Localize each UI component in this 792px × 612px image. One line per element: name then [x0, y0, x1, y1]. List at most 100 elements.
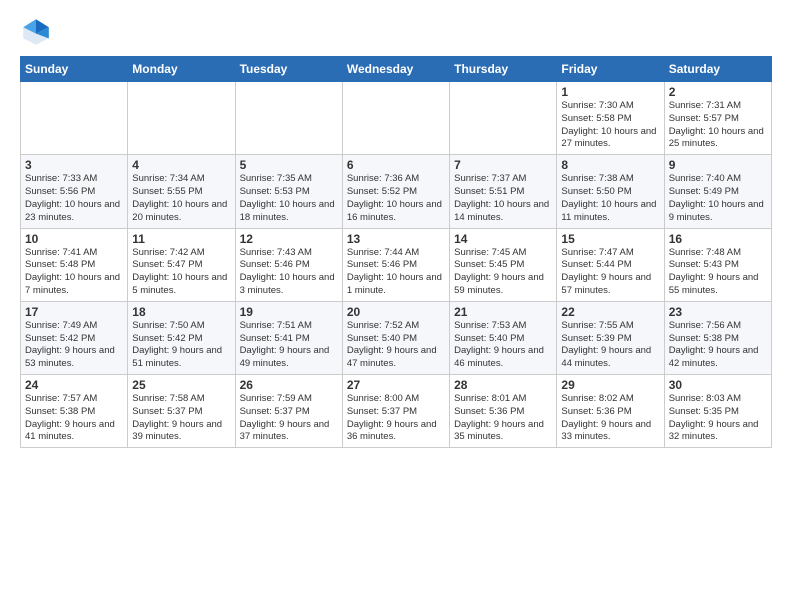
- day-number: 8: [561, 158, 659, 172]
- day-info: Sunrise: 8:03 AM Sunset: 5:35 PM Dayligh…: [669, 393, 767, 444]
- day-number: 24: [25, 378, 123, 392]
- day-number: 12: [240, 232, 338, 246]
- day-number: 3: [25, 158, 123, 172]
- calendar-cell: 20Sunrise: 7:52 AM Sunset: 5:40 PM Dayli…: [342, 301, 449, 374]
- calendar-cell: 19Sunrise: 7:51 AM Sunset: 5:41 PM Dayli…: [235, 301, 342, 374]
- day-number: 25: [132, 378, 230, 392]
- calendar-cell: 21Sunrise: 7:53 AM Sunset: 5:40 PM Dayli…: [450, 301, 557, 374]
- calendar-cell: 22Sunrise: 7:55 AM Sunset: 5:39 PM Dayli…: [557, 301, 664, 374]
- calendar-cell: [21, 82, 128, 155]
- day-info: Sunrise: 7:40 AM Sunset: 5:49 PM Dayligh…: [669, 173, 767, 224]
- calendar-cell: 30Sunrise: 8:03 AM Sunset: 5:35 PM Dayli…: [664, 375, 771, 448]
- day-info: Sunrise: 7:48 AM Sunset: 5:43 PM Dayligh…: [669, 247, 767, 298]
- day-number: 17: [25, 305, 123, 319]
- day-info: Sunrise: 8:00 AM Sunset: 5:37 PM Dayligh…: [347, 393, 445, 444]
- calendar-cell: 29Sunrise: 8:02 AM Sunset: 5:36 PM Dayli…: [557, 375, 664, 448]
- calendar-cell: 17Sunrise: 7:49 AM Sunset: 5:42 PM Dayli…: [21, 301, 128, 374]
- calendar-week-row: 24Sunrise: 7:57 AM Sunset: 5:38 PM Dayli…: [21, 375, 772, 448]
- calendar-week-row: 1Sunrise: 7:30 AM Sunset: 5:58 PM Daylig…: [21, 82, 772, 155]
- calendar-cell: 28Sunrise: 8:01 AM Sunset: 5:36 PM Dayli…: [450, 375, 557, 448]
- header: [20, 16, 772, 48]
- calendar-cell: [450, 82, 557, 155]
- day-info: Sunrise: 7:50 AM Sunset: 5:42 PM Dayligh…: [132, 320, 230, 371]
- day-info: Sunrise: 8:01 AM Sunset: 5:36 PM Dayligh…: [454, 393, 552, 444]
- calendar-cell: [235, 82, 342, 155]
- day-info: Sunrise: 7:45 AM Sunset: 5:45 PM Dayligh…: [454, 247, 552, 298]
- calendar-cell: 12Sunrise: 7:43 AM Sunset: 5:46 PM Dayli…: [235, 228, 342, 301]
- day-info: Sunrise: 7:52 AM Sunset: 5:40 PM Dayligh…: [347, 320, 445, 371]
- day-info: Sunrise: 7:36 AM Sunset: 5:52 PM Dayligh…: [347, 173, 445, 224]
- logo: [20, 16, 56, 48]
- day-info: Sunrise: 7:58 AM Sunset: 5:37 PM Dayligh…: [132, 393, 230, 444]
- day-info: Sunrise: 8:02 AM Sunset: 5:36 PM Dayligh…: [561, 393, 659, 444]
- day-info: Sunrise: 7:31 AM Sunset: 5:57 PM Dayligh…: [669, 100, 767, 151]
- day-number: 19: [240, 305, 338, 319]
- calendar-cell: 3Sunrise: 7:33 AM Sunset: 5:56 PM Daylig…: [21, 155, 128, 228]
- calendar-cell: 27Sunrise: 8:00 AM Sunset: 5:37 PM Dayli…: [342, 375, 449, 448]
- day-number: 1: [561, 85, 659, 99]
- calendar-cell: 25Sunrise: 7:58 AM Sunset: 5:37 PM Dayli…: [128, 375, 235, 448]
- calendar-week-row: 17Sunrise: 7:49 AM Sunset: 5:42 PM Dayli…: [21, 301, 772, 374]
- day-number: 21: [454, 305, 552, 319]
- calendar-cell: 15Sunrise: 7:47 AM Sunset: 5:44 PM Dayli…: [557, 228, 664, 301]
- day-info: Sunrise: 7:59 AM Sunset: 5:37 PM Dayligh…: [240, 393, 338, 444]
- calendar-cell: 23Sunrise: 7:56 AM Sunset: 5:38 PM Dayli…: [664, 301, 771, 374]
- calendar-cell: 5Sunrise: 7:35 AM Sunset: 5:53 PM Daylig…: [235, 155, 342, 228]
- day-number: 2: [669, 85, 767, 99]
- day-info: Sunrise: 7:44 AM Sunset: 5:46 PM Dayligh…: [347, 247, 445, 298]
- day-info: Sunrise: 7:41 AM Sunset: 5:48 PM Dayligh…: [25, 247, 123, 298]
- day-number: 7: [454, 158, 552, 172]
- calendar-cell: 16Sunrise: 7:48 AM Sunset: 5:43 PM Dayli…: [664, 228, 771, 301]
- weekday-header-friday: Friday: [557, 57, 664, 82]
- calendar-cell: 1Sunrise: 7:30 AM Sunset: 5:58 PM Daylig…: [557, 82, 664, 155]
- day-number: 11: [132, 232, 230, 246]
- day-number: 16: [669, 232, 767, 246]
- day-number: 10: [25, 232, 123, 246]
- logo-icon: [20, 16, 52, 48]
- day-info: Sunrise: 7:42 AM Sunset: 5:47 PM Dayligh…: [132, 247, 230, 298]
- day-number: 30: [669, 378, 767, 392]
- day-number: 26: [240, 378, 338, 392]
- day-info: Sunrise: 7:33 AM Sunset: 5:56 PM Dayligh…: [25, 173, 123, 224]
- calendar-cell: 6Sunrise: 7:36 AM Sunset: 5:52 PM Daylig…: [342, 155, 449, 228]
- calendar-header: SundayMondayTuesdayWednesdayThursdayFrid…: [21, 57, 772, 82]
- day-info: Sunrise: 7:30 AM Sunset: 5:58 PM Dayligh…: [561, 100, 659, 151]
- day-number: 14: [454, 232, 552, 246]
- day-number: 22: [561, 305, 659, 319]
- calendar-cell: 2Sunrise: 7:31 AM Sunset: 5:57 PM Daylig…: [664, 82, 771, 155]
- day-info: Sunrise: 7:34 AM Sunset: 5:55 PM Dayligh…: [132, 173, 230, 224]
- weekday-header-saturday: Saturday: [664, 57, 771, 82]
- day-number: 18: [132, 305, 230, 319]
- calendar-cell: 9Sunrise: 7:40 AM Sunset: 5:49 PM Daylig…: [664, 155, 771, 228]
- calendar-cell: 26Sunrise: 7:59 AM Sunset: 5:37 PM Dayli…: [235, 375, 342, 448]
- day-number: 27: [347, 378, 445, 392]
- calendar-cell: 11Sunrise: 7:42 AM Sunset: 5:47 PM Dayli…: [128, 228, 235, 301]
- day-number: 6: [347, 158, 445, 172]
- day-number: 5: [240, 158, 338, 172]
- day-info: Sunrise: 7:56 AM Sunset: 5:38 PM Dayligh…: [669, 320, 767, 371]
- weekday-row: SundayMondayTuesdayWednesdayThursdayFrid…: [21, 57, 772, 82]
- day-info: Sunrise: 7:49 AM Sunset: 5:42 PM Dayligh…: [25, 320, 123, 371]
- calendar-cell: [342, 82, 449, 155]
- day-info: Sunrise: 7:43 AM Sunset: 5:46 PM Dayligh…: [240, 247, 338, 298]
- weekday-header-wednesday: Wednesday: [342, 57, 449, 82]
- calendar-cell: 24Sunrise: 7:57 AM Sunset: 5:38 PM Dayli…: [21, 375, 128, 448]
- weekday-header-thursday: Thursday: [450, 57, 557, 82]
- day-info: Sunrise: 7:55 AM Sunset: 5:39 PM Dayligh…: [561, 320, 659, 371]
- day-info: Sunrise: 7:51 AM Sunset: 5:41 PM Dayligh…: [240, 320, 338, 371]
- calendar-body: 1Sunrise: 7:30 AM Sunset: 5:58 PM Daylig…: [21, 82, 772, 448]
- page: SundayMondayTuesdayWednesdayThursdayFrid…: [0, 0, 792, 458]
- calendar-cell: 8Sunrise: 7:38 AM Sunset: 5:50 PM Daylig…: [557, 155, 664, 228]
- day-number: 15: [561, 232, 659, 246]
- day-number: 13: [347, 232, 445, 246]
- day-number: 28: [454, 378, 552, 392]
- calendar-cell: 7Sunrise: 7:37 AM Sunset: 5:51 PM Daylig…: [450, 155, 557, 228]
- weekday-header-monday: Monday: [128, 57, 235, 82]
- day-info: Sunrise: 7:53 AM Sunset: 5:40 PM Dayligh…: [454, 320, 552, 371]
- day-number: 29: [561, 378, 659, 392]
- day-info: Sunrise: 7:47 AM Sunset: 5:44 PM Dayligh…: [561, 247, 659, 298]
- weekday-header-tuesday: Tuesday: [235, 57, 342, 82]
- calendar-week-row: 3Sunrise: 7:33 AM Sunset: 5:56 PM Daylig…: [21, 155, 772, 228]
- day-info: Sunrise: 7:38 AM Sunset: 5:50 PM Dayligh…: [561, 173, 659, 224]
- calendar-week-row: 10Sunrise: 7:41 AM Sunset: 5:48 PM Dayli…: [21, 228, 772, 301]
